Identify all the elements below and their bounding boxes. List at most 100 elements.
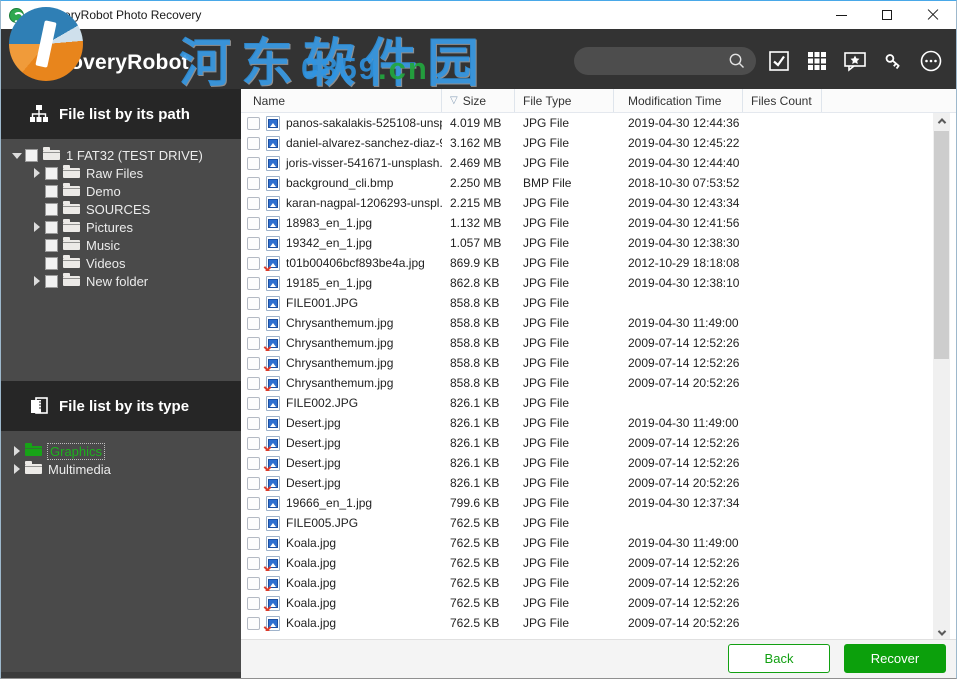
file-row[interactable]: joris-visser-541671-unsplash.... 2.469 MB… <box>244 153 956 173</box>
file-row[interactable]: Chrysanthemum.jpg 858.8 KB JPG File 2019-04… <box>244 313 956 333</box>
file-row[interactable]: panos-sakalakis-525108-unsp... 4.019 MB JP… <box>244 113 956 133</box>
file-row[interactable]: Koala.jpg 762.5 KB JPG File 2009-07-14 20:5… <box>244 613 956 633</box>
path-tree-item-videos[interactable]: Videos <box>1 254 241 272</box>
tree-checkbox[interactable] <box>45 220 58 234</box>
select-all-icon[interactable] <box>767 49 791 73</box>
column-header-size[interactable]: ▽ Size <box>442 89 515 112</box>
file-row[interactable]: Koala.jpg 762.5 KB JPG File 2009-07-14 12:5… <box>244 573 956 593</box>
file-name: Desert.jpg <box>286 476 341 490</box>
section-file-list-by-path[interactable]: File list by its path <box>1 89 241 139</box>
scroll-up-button[interactable] <box>933 113 950 129</box>
path-tree-item-sources[interactable]: SOURCES <box>1 200 241 218</box>
file-checkbox[interactable] <box>247 596 260 610</box>
type-tree-item-multimedia[interactable]: Multimedia <box>1 460 241 478</box>
file-row[interactable]: Chrysanthemum.jpg 858.8 KB JPG File 2009-07… <box>244 333 956 353</box>
vertical-scrollbar[interactable] <box>933 113 950 641</box>
column-header-name[interactable]: Name <box>244 89 442 112</box>
file-row[interactable]: 19185_en_1.jpg 862.8 KB JPG File 2019-04-30… <box>244 273 956 293</box>
file-checkbox[interactable] <box>247 456 260 470</box>
file-row[interactable]: FILE005.JPG 762.5 KB JPG File <box>244 513 956 533</box>
minimize-button[interactable] <box>818 1 864 29</box>
tree-right-arrow-icon[interactable] <box>31 168 45 178</box>
scrollbar-thumb[interactable] <box>934 131 949 359</box>
path-tree-item-music[interactable]: Music <box>1 236 241 254</box>
recover-button[interactable]: Recover <box>844 644 946 673</box>
more-icon[interactable] <box>919 49 943 73</box>
file-type: JPG File <box>523 476 570 490</box>
section-file-list-by-type[interactable]: File list by its type <box>1 381 241 431</box>
file-checkbox[interactable] <box>247 556 260 570</box>
close-button[interactable] <box>910 1 956 29</box>
file-row[interactable]: 19342_en_1.jpg 1.057 MB JPG File 2019-04-30… <box>244 233 956 253</box>
file-checkbox[interactable] <box>247 116 260 130</box>
file-row[interactable]: Koala.jpg 762.5 KB JPG File 2019-04-30 11:4… <box>244 533 956 553</box>
file-checkbox[interactable] <box>247 356 260 370</box>
column-header-files-count[interactable]: Files Count <box>743 89 822 112</box>
back-button[interactable]: Back <box>728 644 830 673</box>
file-row[interactable]: karan-nagpal-1206293-unspl... 2.215 MB JPG… <box>244 193 956 213</box>
path-tree-item-pictures[interactable]: Pictures <box>1 218 241 236</box>
file-row[interactable]: t01b00406bcf893be4a.jpg 869.9 KB JPG File 2… <box>244 253 956 273</box>
file-checkbox[interactable] <box>247 416 260 430</box>
file-checkbox[interactable] <box>247 236 260 250</box>
path-tree-item-new-folder[interactable]: New folder <box>1 272 241 290</box>
file-checkbox[interactable] <box>247 516 260 530</box>
tree-checkbox[interactable] <box>45 202 58 216</box>
license-key-icon[interactable] <box>881 49 905 73</box>
file-row[interactable]: daniel-alvarez-sanchez-diaz-9... 3.162 MB… <box>244 133 956 153</box>
file-row[interactable]: 19666_en_1.jpg 799.6 KB JPG File 2019-04-30… <box>244 493 956 513</box>
file-checkbox[interactable] <box>247 396 260 410</box>
file-checkbox[interactable] <box>247 196 260 210</box>
file-checkbox[interactable] <box>247 476 260 490</box>
file-checkbox[interactable] <box>247 316 260 330</box>
file-checkbox[interactable] <box>247 576 260 590</box>
file-checkbox[interactable] <box>247 496 260 510</box>
file-row[interactable]: background_cli.bmp 2.250 MB BMP File 2018-1… <box>244 173 956 193</box>
file-checkbox[interactable] <box>247 436 260 450</box>
file-row[interactable]: Chrysanthemum.jpg 858.8 KB JPG File 2009-07… <box>244 353 956 373</box>
file-checkbox[interactable] <box>247 296 260 310</box>
thumbnail-view-icon[interactable] <box>805 49 829 73</box>
tree-checkbox[interactable] <box>45 274 58 288</box>
file-row[interactable]: Desert.jpg 826.1 KB JPG File 2009-07-14 20:… <box>244 473 956 493</box>
file-checkbox[interactable] <box>247 216 260 230</box>
tree-checkbox[interactable] <box>45 238 58 252</box>
file-checkbox[interactable] <box>247 336 260 350</box>
file-checkbox[interactable] <box>247 376 260 390</box>
file-row[interactable]: Koala.jpg 762.5 KB JPG File 2009-07-14 12:5… <box>244 593 956 613</box>
file-checkbox[interactable] <box>247 176 260 190</box>
path-tree-item-1-fat32-test-drive[interactable]: 1 FAT32 (TEST DRIVE) <box>1 146 241 164</box>
file-row[interactable]: FILE001.JPG 858.8 KB JPG File <box>244 293 956 313</box>
column-header-modification-time[interactable]: Modification Time <box>614 89 743 112</box>
path-tree-item-raw-files[interactable]: Raw Files <box>1 164 241 182</box>
file-row[interactable]: Chrysanthemum.jpg 858.8 KB JPG File 2009-07… <box>244 373 956 393</box>
file-checkbox[interactable] <box>247 616 260 630</box>
file-row[interactable]: FILE002.JPG 826.1 KB JPG File <box>244 393 956 413</box>
tree-checkbox[interactable] <box>45 184 58 198</box>
tree-right-arrow-icon[interactable] <box>11 446 25 456</box>
tree-checkbox[interactable] <box>45 256 58 270</box>
file-checkbox[interactable] <box>247 136 260 150</box>
maximize-button[interactable] <box>864 1 910 29</box>
path-tree-item-demo[interactable]: Demo <box>1 182 241 200</box>
tree-right-arrow-icon[interactable] <box>31 276 45 286</box>
tree-checkbox[interactable] <box>25 148 38 162</box>
file-row[interactable]: Desert.jpg 826.1 KB JPG File 2009-07-14 12:… <box>244 433 956 453</box>
file-checkbox[interactable] <box>247 156 260 170</box>
file-row[interactable]: Desert.jpg 826.1 KB JPG File 2019-04-30 11:… <box>244 413 956 433</box>
column-header-file-type[interactable]: File Type <box>515 89 614 112</box>
feedback-icon[interactable] <box>843 49 867 73</box>
tree-right-arrow-icon[interactable] <box>11 464 25 474</box>
file-checkbox[interactable] <box>247 276 260 290</box>
tree-down-arrow-icon[interactable] <box>11 150 25 160</box>
file-row[interactable]: Desert.jpg 826.1 KB JPG File 2009-07-14 12:… <box>244 453 956 473</box>
tree-right-arrow-icon[interactable] <box>31 222 45 232</box>
search-input[interactable] <box>574 47 756 75</box>
file-type: JPG File <box>523 276 570 290</box>
file-checkbox[interactable] <box>247 536 260 550</box>
file-row[interactable]: Koala.jpg 762.5 KB JPG File 2009-07-14 12:5… <box>244 553 956 573</box>
tree-checkbox[interactable] <box>45 166 58 180</box>
file-checkbox[interactable] <box>247 256 260 270</box>
type-tree-item-graphics[interactable]: Graphics <box>1 442 241 460</box>
file-row[interactable]: 18983_en_1.jpg 1.132 MB JPG File 2019-04-30… <box>244 213 956 233</box>
